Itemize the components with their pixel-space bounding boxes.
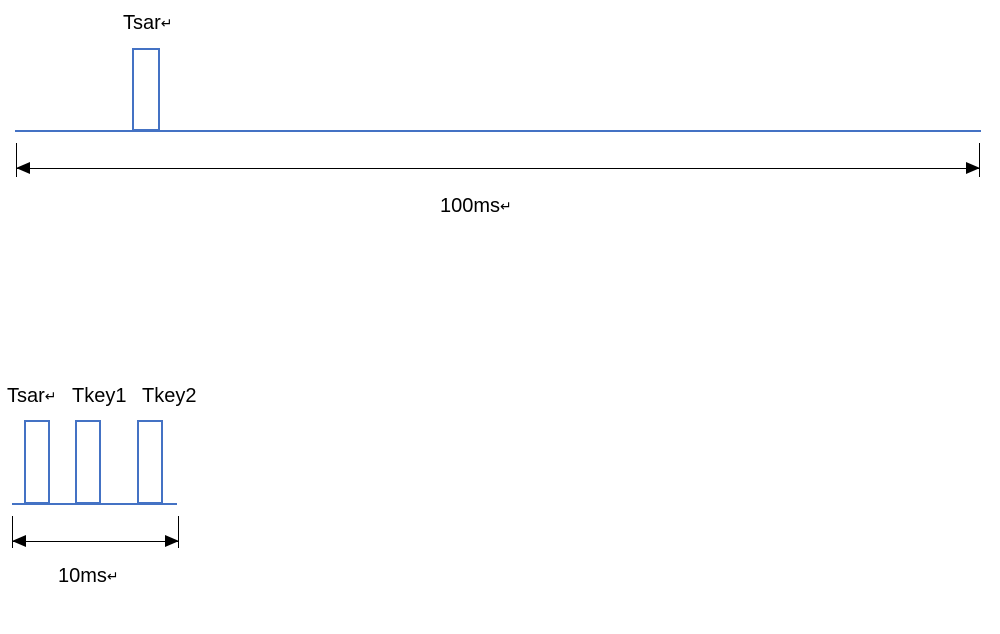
bottom-tkey1-text: Tkey1	[72, 385, 126, 407]
bottom-baseline	[12, 503, 177, 505]
bottom-arrow-text: 10ms	[58, 565, 107, 587]
bottom-arrow-line	[12, 541, 179, 542]
return-char-icon: ↵	[161, 15, 173, 31]
return-char-icon: ↵	[500, 198, 512, 214]
bottom-pulse-tkey1	[75, 420, 101, 504]
top-arrow-label: 100ms↵	[440, 195, 512, 218]
top-baseline	[15, 130, 981, 132]
bottom-pulse-tsar	[24, 420, 50, 504]
bottom-tkey2-label: Tkey2	[142, 385, 196, 408]
bottom-pulse-tkey2	[137, 420, 163, 504]
top-tsar-label: Tsar↵	[123, 12, 173, 35]
bottom-tsar-text: Tsar	[7, 385, 45, 407]
top-pulse-tsar	[132, 48, 160, 131]
bottom-arrow-head-left	[12, 535, 26, 547]
bottom-arrow-label: 10ms↵	[58, 565, 119, 588]
return-char-icon: ↵	[45, 388, 57, 404]
bottom-tkey1-label: Tkey1	[72, 385, 126, 408]
bottom-arrow-head-right	[165, 535, 179, 547]
top-arrow-head-left	[16, 162, 30, 174]
top-tsar-text: Tsar	[123, 12, 161, 34]
return-char-icon: ↵	[107, 568, 119, 584]
top-arrow-text: 100ms	[440, 195, 500, 217]
top-arrow-line	[16, 168, 980, 169]
bottom-tsar-label: Tsar↵	[7, 385, 57, 408]
top-arrow-head-right	[966, 162, 980, 174]
bottom-tkey2-text: Tkey2	[142, 385, 196, 407]
